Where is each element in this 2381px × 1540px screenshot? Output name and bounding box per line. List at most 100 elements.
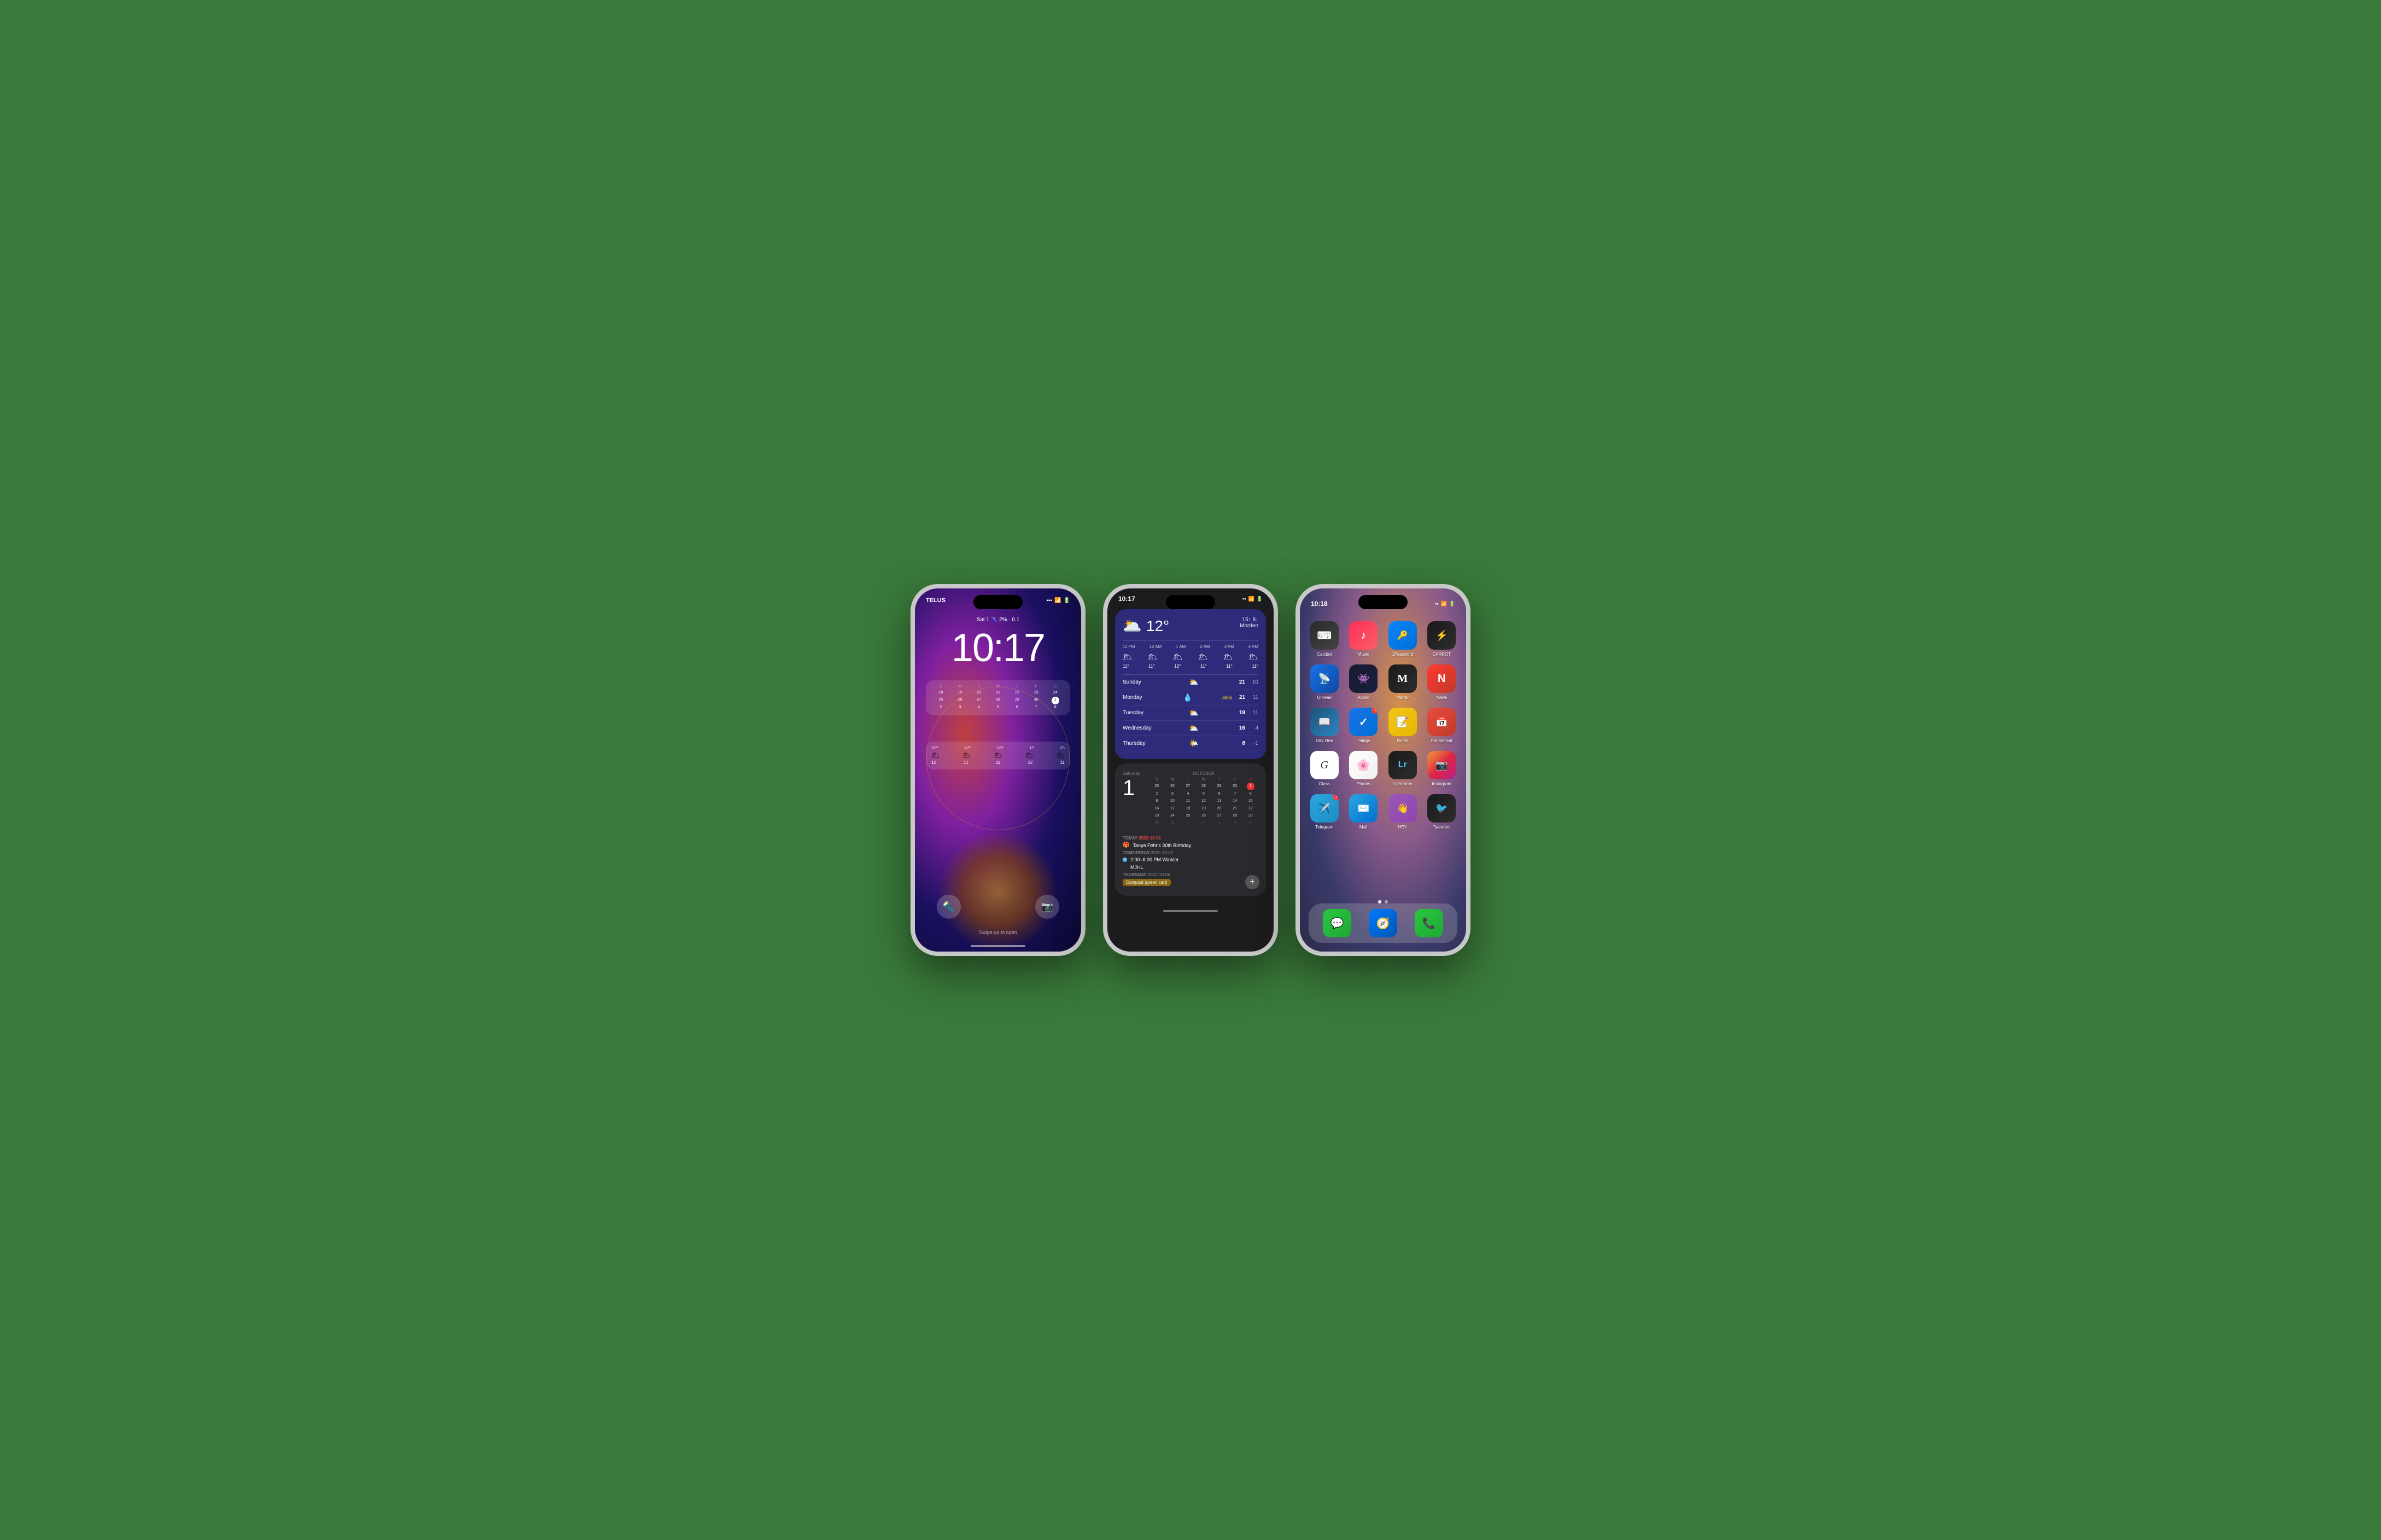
weather-temp: 12°: [1146, 617, 1169, 635]
weather-hours: 10P11P12A1A2A: [931, 746, 1065, 750]
vol-up-button[interactable]: [1295, 643, 1297, 662]
vol-up-button[interactable]: [1103, 643, 1104, 662]
cal2-today-cell: 1: [1247, 783, 1254, 790]
cal2-grid-week5: 23242526272829: [1149, 812, 1258, 819]
apollo-icon-img: 👾: [1349, 664, 1378, 693]
app-photos[interactable]: 🌸 Photos: [1348, 751, 1380, 786]
cal2-grid-week2: 2345678: [1149, 790, 1258, 797]
dynamic-island: [1166, 595, 1215, 609]
swipe-up-text: Swipe up to open: [915, 930, 1081, 935]
app-carrot[interactable]: ⚡ CARROT: [1426, 621, 1458, 657]
calendar-widget[interactable]: Saturday 1 OCTOBER SMTWTFS 252627282930 …: [1115, 763, 1266, 896]
event-winkler: 2:00–6:00 PM Winkler: [1123, 857, 1258, 862]
vol-down-button[interactable]: [1103, 668, 1104, 687]
instagram-icon-img: 📷: [1427, 751, 1456, 779]
app-1password[interactable]: 🔑 1Password: [1387, 621, 1419, 657]
cal2-month-label: OCTOBER: [1149, 771, 1258, 776]
dynamic-island: [1358, 595, 1408, 609]
wifi-icon: 📶: [1441, 601, 1447, 607]
lightroom-icon-img: Lr: [1388, 751, 1417, 779]
glass-icon-img: G: [1310, 751, 1339, 779]
lock-calendar-widget: SMTWTFS 18192021222324 252627282930 1 23…: [926, 680, 1070, 715]
app-fantastical[interactable]: 📅 Fantastical: [1426, 708, 1458, 743]
music-label: Music: [1358, 652, 1369, 657]
battery-icon: 🔋: [1064, 598, 1070, 604]
p3-status-icons: ▪▪ 📶 🔋: [1435, 601, 1455, 607]
cal2-grid-week3: 9101112131415: [1149, 797, 1258, 804]
dock-safari[interactable]: 🧭: [1369, 909, 1397, 937]
cal-week-1: 18192021222324: [931, 690, 1065, 697]
cal2-grid-week1: 252627282930 1: [1149, 783, 1258, 790]
weather-hourly-icons: 🌥 🌥 🌥 🌥 🌥 🌥: [1123, 652, 1258, 662]
event-today-label: TODAY 2022-10-01: [1123, 836, 1258, 841]
calendar-add-button[interactable]: +: [1245, 875, 1259, 889]
app-tweetbot[interactable]: 🐦 Tweetbot: [1426, 794, 1458, 830]
event-mjhl: MJHL: [1123, 865, 1258, 870]
lightroom-label: Lightroom: [1393, 781, 1413, 786]
forecast-thursday: Thursday 🌤️ 8 -1: [1123, 736, 1258, 751]
dynamic-island: [973, 595, 1023, 609]
dayone-label: Day One: [1316, 738, 1333, 743]
dock-phone[interactable]: 📞: [1415, 909, 1443, 937]
app-dayone[interactable]: 📖 Day One: [1309, 708, 1340, 743]
messages-icon-img: 💬: [1323, 909, 1351, 937]
mail-icon-img: ✉️: [1349, 794, 1378, 822]
app-unread[interactable]: 📡 Unread: [1309, 664, 1340, 700]
cal-week-3: 2345678: [931, 704, 1065, 711]
dock: 💬 🧭 📞: [1309, 903, 1457, 943]
app-things[interactable]: ✓ 7 Things: [1348, 708, 1380, 743]
weather-hi-lo: 15↑ 8↓: [1240, 617, 1258, 623]
forecast-sunday: Sunday ⛅ 21 10: [1123, 675, 1258, 690]
hey-label: HEY: [1398, 825, 1407, 830]
app-lightroom[interactable]: Lr Lightroom: [1387, 751, 1419, 786]
weather-main-row: 🌥️ 12° 15↑ 8↓ Morden: [1123, 617, 1258, 635]
app-notes[interactable]: 📝 Notes: [1387, 708, 1419, 743]
hey-icon-img: 👋: [1388, 794, 1417, 822]
cal2-day-name: Saturday: [1123, 771, 1140, 776]
app-mail[interactable]: ✉️ Mail: [1348, 794, 1380, 830]
forecast-tuesday: Tuesday ⛅ 19 11: [1123, 705, 1258, 721]
cal2-header: Saturday 1 OCTOBER SMTWTFS 252627282930 …: [1123, 771, 1258, 826]
app-news[interactable]: N News: [1426, 664, 1458, 700]
p2-status-icons: ▪▪ 📶 🔋: [1242, 596, 1263, 602]
app-glass[interactable]: G Glass: [1309, 751, 1340, 786]
weather-hourly-temps: 11° 11° 12° 11° 11° 11°: [1123, 664, 1258, 669]
app-calcbot[interactable]: ⌨ Calcbot: [1309, 621, 1340, 657]
app-matter[interactable]: M Matter: [1387, 664, 1419, 700]
vol-down-button[interactable]: [911, 668, 912, 687]
dock-messages[interactable]: 💬: [1323, 909, 1351, 937]
cal-today: 1: [1052, 697, 1059, 704]
signal-icon: ▪▪: [1435, 601, 1438, 606]
glass-label: Glass: [1319, 781, 1330, 786]
wifi-icon: 📶: [1248, 596, 1254, 602]
side-button[interactable]: [1469, 654, 1470, 687]
app-hey[interactable]: 👋 HEY: [1387, 794, 1419, 830]
telegram-icon-img: ✈️ 1: [1310, 794, 1339, 822]
signal-icon: ▪▪: [1242, 596, 1246, 602]
app-telegram[interactable]: ✈️ 1 Telegram: [1309, 794, 1340, 830]
forecast-monday: Monday 💧 46% 21 11: [1123, 690, 1258, 705]
phone3-homescreen: 10:18 ▪▪ 📶 🔋 ⌨ Calcbot ♪: [1295, 584, 1470, 956]
calcbot-label: Calcbot: [1317, 652, 1332, 657]
cal-days-header: SMTWTFS: [931, 685, 1065, 689]
1password-icon-img: 🔑: [1388, 621, 1417, 650]
carrot-icon-img: ⚡: [1427, 621, 1456, 650]
weather-widget[interactable]: 🌥️ 12° 15↑ 8↓ Morden 11 PM 12 AM 1 AM: [1115, 609, 1266, 759]
vol-up-button[interactable]: [911, 643, 912, 662]
side-button[interactable]: [1084, 654, 1086, 687]
forecast-wednesday: Wednesday ⛅ 16 4: [1123, 721, 1258, 736]
camera-button[interactable]: 📷: [1035, 895, 1059, 919]
app-instagram[interactable]: 📷 Instagram: [1426, 751, 1458, 786]
vol-down-button[interactable]: [1295, 668, 1297, 687]
status-icons: ▪▪▪ 📶 🔋: [1046, 598, 1070, 604]
matter-icon-img: M: [1388, 664, 1417, 693]
weather-hourly-labels: 11 PM 12 AM 1 AM 2 AM 3 AM 4 AM: [1123, 640, 1258, 649]
p3-time: 10:18: [1311, 600, 1328, 608]
side-button[interactable]: [1277, 654, 1278, 687]
app-apollo[interactable]: 👾 Apollo: [1348, 664, 1380, 700]
app-music[interactable]: ♪ Music: [1348, 621, 1380, 657]
gift-icon: 🎁: [1123, 842, 1129, 848]
flashlight-button[interactable]: 🔦: [937, 895, 961, 919]
unread-label: Unread: [1317, 695, 1332, 700]
weather-location: Morden: [1240, 623, 1258, 629]
